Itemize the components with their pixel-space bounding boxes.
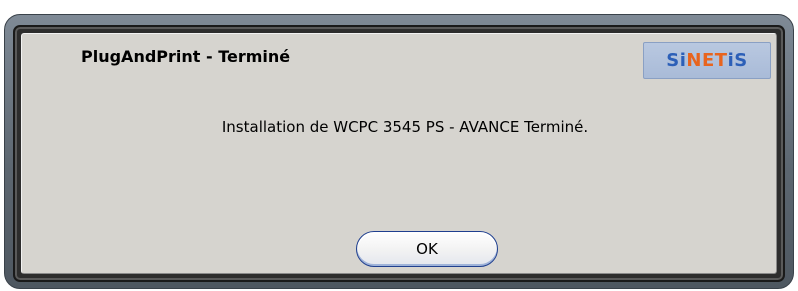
sinetis-logo: Si NET iS <box>643 42 771 79</box>
ok-button-label: OK <box>416 240 438 258</box>
logo-part-3: iS <box>727 50 748 71</box>
logo-part-1: Si <box>666 50 687 71</box>
dialog-message: Installation de WCPC 3545 PS - AVANCE Te… <box>221 118 589 136</box>
dialog-title: PlugAndPrint - Terminé <box>81 47 291 66</box>
logo-part-2: NET <box>686 50 728 71</box>
ok-button[interactable]: OK <box>356 231 498 267</box>
